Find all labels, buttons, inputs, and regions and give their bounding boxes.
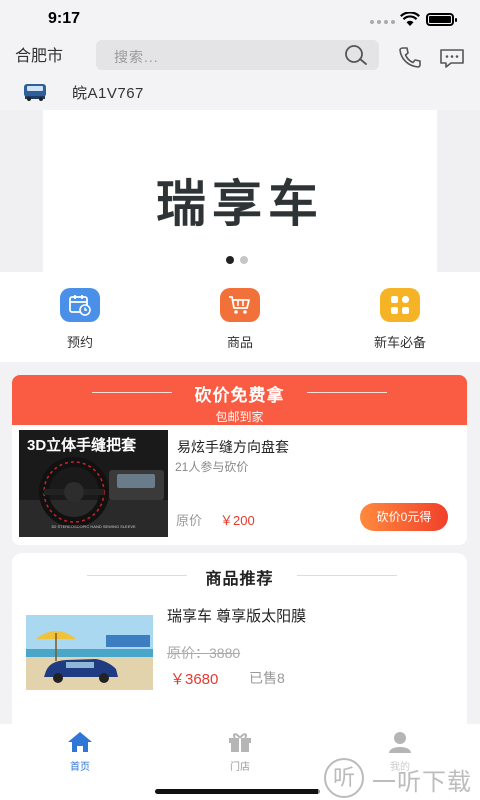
quick-action-appointment[interactable]: 预约 — [40, 288, 120, 351]
carousel-dot-active[interactable] — [226, 256, 234, 264]
quick-action-label: 新车必备 — [373, 335, 426, 350]
recommend-price: ￥3680 — [170, 671, 219, 688]
watermark-text: 一听下载 — [372, 769, 472, 796]
bargain-button[interactable]: 砍价0元得 — [360, 503, 448, 531]
search-bar[interactable]: 搜索... — [96, 40, 379, 70]
bargain-orig-label: 原价 — [176, 513, 203, 528]
user-icon — [389, 732, 411, 753]
divider — [307, 392, 387, 393]
battery-icon — [426, 13, 457, 26]
message-icon[interactable] — [439, 48, 465, 68]
top-header: 合肥市 搜索... — [0, 38, 480, 74]
tab-label: 门店 — [230, 762, 250, 773]
home-indicator — [155, 789, 320, 794]
bargain-product-image[interactable]: 3D立体手缝把套 3D STEREOSCOPIC HAND SEWING SLE… — [19, 430, 168, 537]
divider — [92, 392, 172, 393]
product-image-text: 3D立体手缝把套 — [27, 437, 137, 454]
wifi-icon — [400, 12, 420, 26]
tab-home[interactable]: 首页 — [50, 731, 110, 773]
home-icon — [68, 732, 92, 752]
vehicle-row[interactable]: 皖A1V767 — [0, 74, 480, 110]
bargain-participants: 21人参与砍价 — [175, 460, 249, 474]
city-selector[interactable]: 合肥市 — [15, 42, 63, 66]
car-icon — [24, 84, 46, 101]
status-time: 9:17 — [48, 10, 81, 27]
quick-action-label: 预约 — [66, 335, 93, 350]
search-icon[interactable] — [343, 44, 369, 66]
quick-action-label: 商品 — [226, 335, 253, 350]
banner-carousel[interactable]: 瑞享车 — [0, 110, 480, 272]
tab-store[interactable]: 门店 — [210, 731, 270, 773]
status-bar: 9:17 — [0, 0, 480, 38]
recommend-product-title[interactable]: 瑞享车 尊享版太阳膜 — [167, 605, 306, 626]
recommend-title: 商品推荐 — [205, 571, 274, 588]
bargain-subtitle: 包邮到家 — [215, 410, 264, 424]
quick-actions: 预约 商品 新车必备 — [0, 272, 480, 362]
signal-icon — [370, 20, 395, 24]
license-plate: 皖A1V767 — [72, 85, 144, 102]
bargain-section: 砍价免费拿 包邮到家 3D立体手缝把套 3D STEREOSCOPIC HAND… — [12, 375, 467, 545]
gift-store-icon — [229, 733, 251, 752]
product-image-caption: 3D STEREOSCOPIC HAND SEWING SLEEVE — [51, 524, 136, 529]
phone-icon[interactable] — [398, 46, 422, 68]
shopping-cart-icon — [220, 288, 260, 322]
bargain-product-title[interactable]: 易炫手缝方向盘套 — [177, 437, 289, 457]
bargain-price: ￥200 — [220, 513, 255, 528]
recommend-orig-price: 原价：3880 — [167, 645, 241, 661]
recommend-section: 商品推荐 瑞享车 尊享版太阳膜 原价：3880 ￥3680 已售8 — [12, 553, 467, 733]
recommend-sold-count: 已售8 — [249, 670, 285, 686]
tab-label: 首页 — [70, 762, 90, 773]
banner-slide[interactable]: 瑞享车 — [43, 110, 437, 272]
recommend-product-image[interactable] — [26, 615, 153, 690]
bargain-title: 砍价免费拿 — [194, 386, 285, 405]
quick-action-products[interactable]: 商品 — [200, 288, 280, 351]
bargain-header[interactable]: 砍价免费拿 包邮到家 — [12, 375, 467, 425]
carousel-dots — [226, 256, 248, 264]
carousel-dot[interactable] — [240, 256, 248, 264]
quick-action-new-car-essentials[interactable]: 新车必备 — [360, 288, 440, 351]
grid-apps-icon — [380, 288, 420, 322]
search-input[interactable]: 搜索... — [114, 47, 159, 67]
watermark-icon: 听 — [324, 758, 364, 798]
calendar-clock-icon — [60, 288, 100, 322]
watermark-logo: 听 一听下载 — [318, 756, 480, 800]
banner-brand-text: 瑞享车 — [156, 176, 324, 232]
